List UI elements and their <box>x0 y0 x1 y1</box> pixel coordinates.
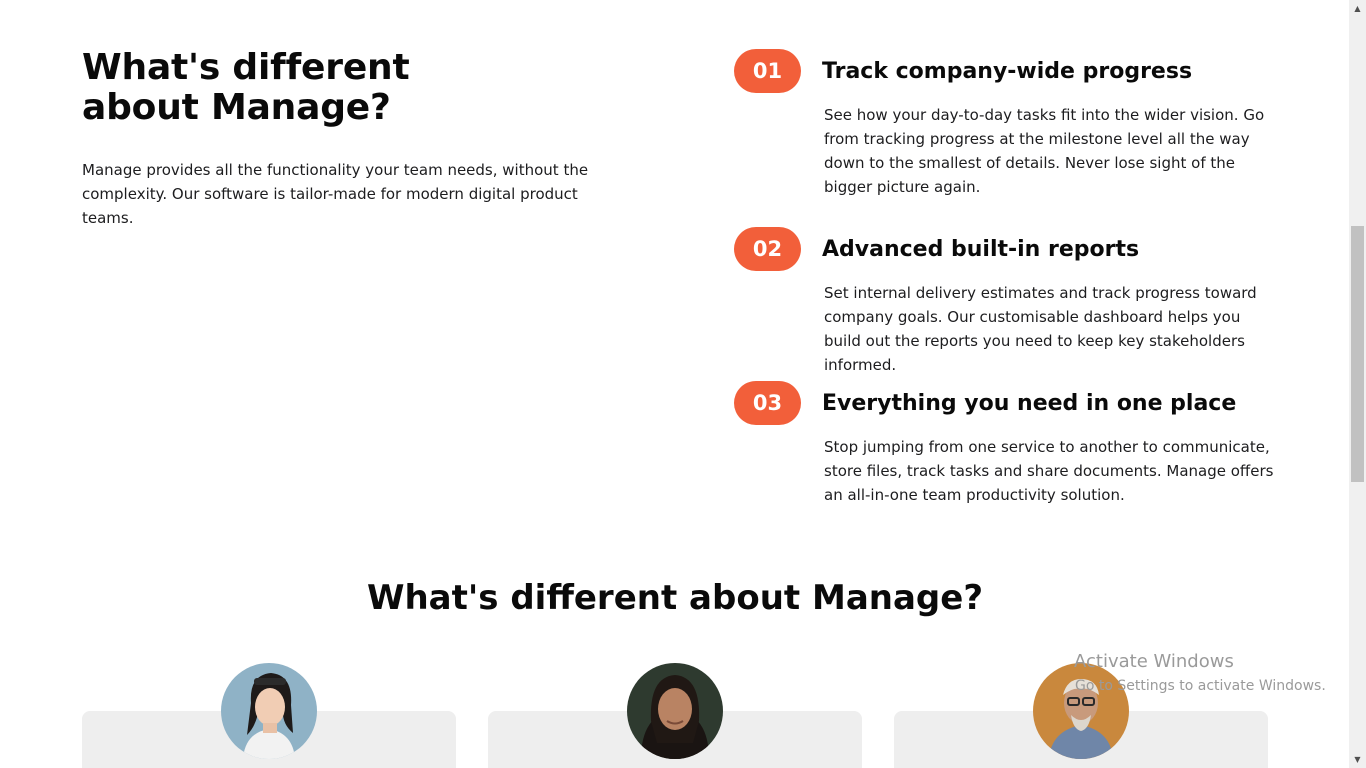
features-list: 01 Track company-wide progress See how y… <box>734 49 1279 559</box>
feature-title: Advanced built-in reports <box>822 237 1140 262</box>
scrollbar-thumb[interactable] <box>1351 226 1364 482</box>
scroll-up-arrow-icon[interactable]: ▲ <box>1349 0 1366 17</box>
feature-text: Stop jumping from one service to another… <box>824 438 1274 504</box>
feature-number-badge: 01 <box>734 49 801 93</box>
avatar <box>1033 663 1129 759</box>
feature-number-badge: 02 <box>734 227 801 271</box>
feature-item: 01 Track company-wide progress See how y… <box>734 49 1279 227</box>
scroll-down-arrow-icon[interactable]: ▼ <box>1349 751 1366 768</box>
watermark-title: Activate Windows <box>1074 651 1234 672</box>
feature-item: 03 Everything you need in one place Stop… <box>734 381 1279 559</box>
intro-text: Manage provides all the functionality yo… <box>82 161 589 227</box>
feature-title: Everything you need in one place <box>822 391 1237 416</box>
feature-number-badge: 03 <box>734 381 801 425</box>
avatar <box>221 663 317 759</box>
intro-title: What's different about Manage? <box>82 47 410 128</box>
feature-item: 02 Advanced built-in reports Set interna… <box>734 227 1279 381</box>
testimonials-title: What's different about Manage? <box>366 578 984 618</box>
intro-section: What's different about Manage? Manage pr… <box>82 48 642 230</box>
avatar <box>627 663 723 759</box>
feature-text: See how your day-to-day tasks fit into t… <box>824 106 1265 196</box>
feature-text: Set internal delivery estimates and trac… <box>824 284 1257 374</box>
vertical-scrollbar[interactable]: ▲ ▼ <box>1349 0 1366 768</box>
feature-title: Track company-wide progress <box>822 59 1193 84</box>
page: What's different about Manage? Manage pr… <box>0 0 1366 768</box>
